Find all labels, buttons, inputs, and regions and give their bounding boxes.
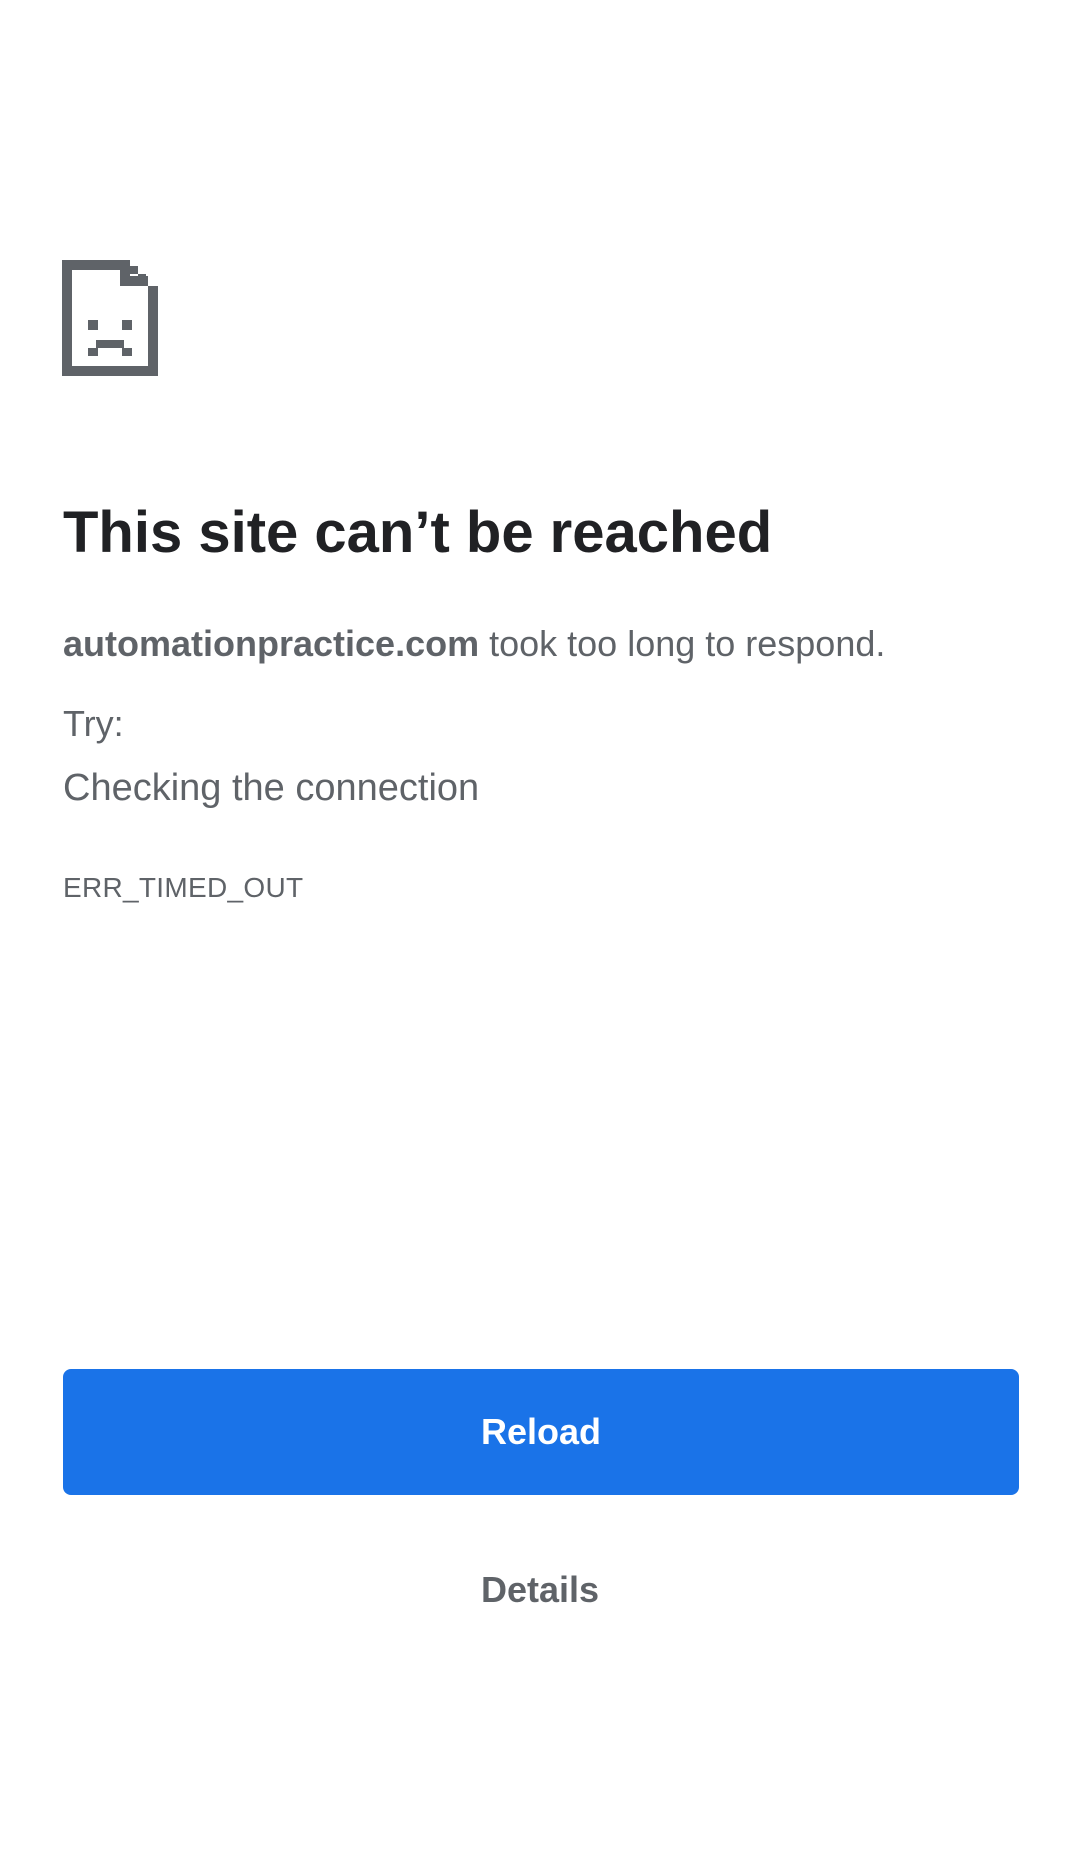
sad-document-icon	[62, 260, 158, 376]
details-button[interactable]: Details	[340, 1560, 740, 1620]
page-title: This site can’t be reached	[63, 500, 773, 565]
error-page: This site can’t be reached automationpra…	[0, 0, 1080, 1857]
error-summary: automationpractice.com took too long to …	[63, 620, 1023, 668]
host-name: automationpractice.com	[63, 623, 480, 664]
error-code: ERR_TIMED_OUT	[63, 872, 304, 903]
suggestion-item: Checking the connection	[63, 767, 480, 809]
reload-button[interactable]: Reload	[63, 1369, 1019, 1495]
try-label: Try:	[63, 703, 124, 744]
error-message: took too long to respond.	[479, 623, 886, 664]
